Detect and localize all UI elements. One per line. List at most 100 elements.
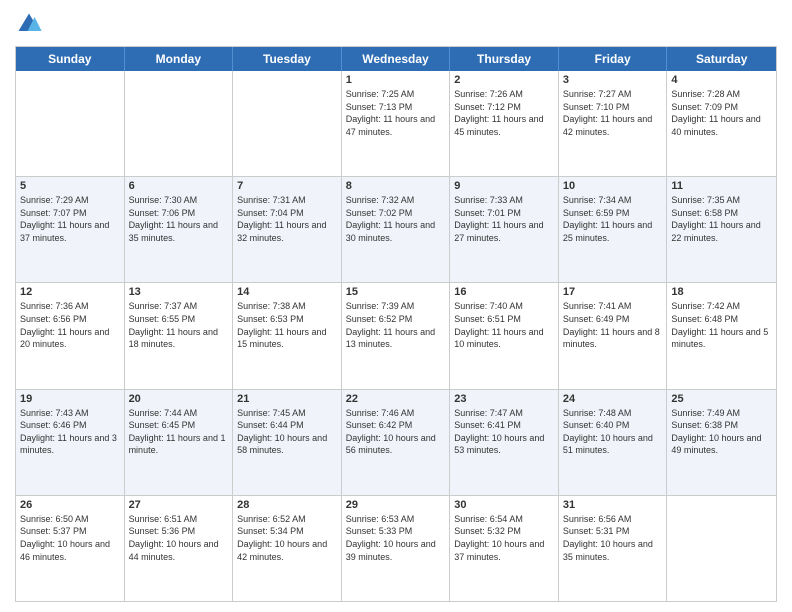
day-info-23: Sunrise: 7:47 AM Sunset: 6:41 PM Dayligh… [454, 407, 554, 457]
day-cell-3: 3 Sunrise: 7:27 AM Sunset: 7:10 PM Daylig… [559, 71, 668, 176]
day-info-10: Sunrise: 7:34 AM Sunset: 6:59 PM Dayligh… [563, 194, 663, 244]
day-info-25: Sunrise: 7:49 AM Sunset: 6:38 PM Dayligh… [671, 407, 772, 457]
calendar-row-0: 1Sunrise: 7:25 AM Sunset: 7:13 PM Daylig… [16, 71, 776, 176]
day-number-16: 16 [454, 286, 554, 298]
weekday-header-friday: Friday [559, 47, 668, 71]
weekday-header-sunday: Sunday [16, 47, 125, 71]
day-info-3: Sunrise: 7:27 AM Sunset: 7:10 PM Dayligh… [563, 88, 663, 138]
day-cell-21: 21 Sunrise: 7:45 AM Sunset: 6:44 PM Dayli… [233, 390, 342, 495]
day-number-13: 13 [129, 286, 229, 298]
day-cell-8: 8 Sunrise: 7:32 AM Sunset: 7:02 PM Daylig… [342, 177, 451, 282]
day-cell-31: 31 Sunrise: 6:56 AM Sunset: 5:31 PM Dayli… [559, 496, 668, 601]
day-number-27: 27 [129, 499, 229, 511]
day-info-22: Sunrise: 7:46 AM Sunset: 6:42 PM Dayligh… [346, 407, 446, 457]
day-cell-18: 18 Sunrise: 7:42 AM Sunset: 6:48 PM Dayli… [667, 283, 776, 388]
day-number-8: 8 [346, 180, 446, 192]
day-number-14: 14 [237, 286, 337, 298]
day-info-4: Sunrise: 7:28 AM Sunset: 7:09 PM Dayligh… [671, 88, 772, 138]
day-cell-9: 9 Sunrise: 7:33 AM Sunset: 7:01 PM Daylig… [450, 177, 559, 282]
day-cell-7: 7 Sunrise: 7:31 AM Sunset: 7:04 PM Daylig… [233, 177, 342, 282]
day-number-20: 20 [129, 393, 229, 405]
day-number-19: 19 [20, 393, 120, 405]
day-info-31: Sunrise: 6:56 AM Sunset: 5:31 PM Dayligh… [563, 513, 663, 563]
day-cell-13: 13 Sunrise: 7:37 AM Sunset: 6:55 PM Dayli… [125, 283, 234, 388]
day-info-18: Sunrise: 7:42 AM Sunset: 6:48 PM Dayligh… [671, 300, 772, 350]
day-cell-30: 30 Sunrise: 6:54 AM Sunset: 5:32 PM Dayli… [450, 496, 559, 601]
day-info-8: Sunrise: 7:32 AM Sunset: 7:02 PM Dayligh… [346, 194, 446, 244]
day-info-27: Sunrise: 6:51 AM Sunset: 5:36 PM Dayligh… [129, 513, 229, 563]
empty-cell [233, 71, 342, 176]
day-cell-5: 5Sunrise: 7:29 AM Sunset: 7:07 PM Daylig… [16, 177, 125, 282]
day-cell-2: 2 Sunrise: 7:26 AM Sunset: 7:12 PM Daylig… [450, 71, 559, 176]
day-number-29: 29 [346, 499, 446, 511]
empty-cell [667, 496, 776, 601]
day-cell-26: 26 Sunrise: 6:50 AM Sunset: 5:37 PM Dayli… [16, 496, 125, 601]
day-cell-20: 20 Sunrise: 7:44 AM Sunset: 6:45 PM Dayli… [125, 390, 234, 495]
day-info-11: Sunrise: 7:35 AM Sunset: 6:58 PM Dayligh… [671, 194, 772, 244]
weekday-header-wednesday: Wednesday [342, 47, 451, 71]
day-number-31: 31 [563, 499, 663, 511]
calendar-body: 1Sunrise: 7:25 AM Sunset: 7:13 PM Daylig… [16, 71, 776, 601]
day-info-26: Sunrise: 6:50 AM Sunset: 5:37 PM Dayligh… [20, 513, 120, 563]
day-number-21: 21 [237, 393, 337, 405]
header [15, 10, 777, 38]
day-info-14: Sunrise: 7:38 AM Sunset: 6:53 PM Dayligh… [237, 300, 337, 350]
day-info-17: Sunrise: 7:41 AM Sunset: 6:49 PM Dayligh… [563, 300, 663, 350]
day-number-23: 23 [454, 393, 554, 405]
day-info-7: Sunrise: 7:31 AM Sunset: 7:04 PM Dayligh… [237, 194, 337, 244]
day-cell-10: 10Sunrise: 7:34 AM Sunset: 6:59 PM Dayli… [559, 177, 668, 282]
day-number-3: 3 [563, 74, 663, 86]
day-info-2: Sunrise: 7:26 AM Sunset: 7:12 PM Dayligh… [454, 88, 554, 138]
weekday-header-thursday: Thursday [450, 47, 559, 71]
day-number-25: 25 [671, 393, 772, 405]
day-cell-12: 12 Sunrise: 7:36 AM Sunset: 6:56 PM Dayli… [16, 283, 125, 388]
day-number-18: 18 [671, 286, 772, 298]
day-number-6: 6 [129, 180, 229, 192]
logo [15, 10, 47, 38]
day-cell-22: 22 Sunrise: 7:46 AM Sunset: 6:42 PM Dayli… [342, 390, 451, 495]
day-info-12: Sunrise: 7:36 AM Sunset: 6:56 PM Dayligh… [20, 300, 120, 350]
day-number-4: 4 [671, 74, 772, 86]
day-number-24: 24 [563, 393, 663, 405]
calendar-header: SundayMondayTuesdayWednesdayThursdayFrid… [16, 47, 776, 71]
day-info-15: Sunrise: 7:39 AM Sunset: 6:52 PM Dayligh… [346, 300, 446, 350]
calendar-row-4: 26 Sunrise: 6:50 AM Sunset: 5:37 PM Dayli… [16, 495, 776, 601]
day-cell-16: 16 Sunrise: 7:40 AM Sunset: 6:51 PM Dayli… [450, 283, 559, 388]
day-info-30: Sunrise: 6:54 AM Sunset: 5:32 PM Dayligh… [454, 513, 554, 563]
weekday-header-monday: Monday [125, 47, 234, 71]
day-info-29: Sunrise: 6:53 AM Sunset: 5:33 PM Dayligh… [346, 513, 446, 563]
weekday-header-tuesday: Tuesday [233, 47, 342, 71]
day-cell-11: 11 Sunrise: 7:35 AM Sunset: 6:58 PM Dayli… [667, 177, 776, 282]
empty-cell [16, 71, 125, 176]
day-info-16: Sunrise: 7:40 AM Sunset: 6:51 PM Dayligh… [454, 300, 554, 350]
calendar-row-1: 5Sunrise: 7:29 AM Sunset: 7:07 PM Daylig… [16, 176, 776, 282]
day-number-15: 15 [346, 286, 446, 298]
day-info-21: Sunrise: 7:45 AM Sunset: 6:44 PM Dayligh… [237, 407, 337, 457]
day-info-24: Sunrise: 7:48 AM Sunset: 6:40 PM Dayligh… [563, 407, 663, 457]
day-info-20: Sunrise: 7:44 AM Sunset: 6:45 PM Dayligh… [129, 407, 229, 457]
day-info-13: Sunrise: 7:37 AM Sunset: 6:55 PM Dayligh… [129, 300, 229, 350]
day-cell-29: 29 Sunrise: 6:53 AM Sunset: 5:33 PM Dayli… [342, 496, 451, 601]
day-cell-25: 25 Sunrise: 7:49 AM Sunset: 6:38 PM Dayli… [667, 390, 776, 495]
calendar-row-2: 12 Sunrise: 7:36 AM Sunset: 6:56 PM Dayli… [16, 282, 776, 388]
day-cell-1: 1Sunrise: 7:25 AM Sunset: 7:13 PM Daylig… [342, 71, 451, 176]
day-info-5: Sunrise: 7:29 AM Sunset: 7:07 PM Dayligh… [20, 194, 120, 244]
day-info-1: Sunrise: 7:25 AM Sunset: 7:13 PM Dayligh… [346, 88, 446, 138]
day-number-26: 26 [20, 499, 120, 511]
day-info-9: Sunrise: 7:33 AM Sunset: 7:01 PM Dayligh… [454, 194, 554, 244]
day-number-30: 30 [454, 499, 554, 511]
day-number-11: 11 [671, 180, 772, 192]
day-number-12: 12 [20, 286, 120, 298]
day-cell-4: 4 Sunrise: 7:28 AM Sunset: 7:09 PM Daylig… [667, 71, 776, 176]
day-info-28: Sunrise: 6:52 AM Sunset: 5:34 PM Dayligh… [237, 513, 337, 563]
day-number-28: 28 [237, 499, 337, 511]
day-number-7: 7 [237, 180, 337, 192]
weekday-header-saturday: Saturday [667, 47, 776, 71]
day-cell-19: 19Sunrise: 7:43 AM Sunset: 6:46 PM Dayli… [16, 390, 125, 495]
day-number-22: 22 [346, 393, 446, 405]
day-number-9: 9 [454, 180, 554, 192]
page: SundayMondayTuesdayWednesdayThursdayFrid… [0, 0, 792, 612]
day-number-2: 2 [454, 74, 554, 86]
day-number-17: 17 [563, 286, 663, 298]
day-cell-28: 28 Sunrise: 6:52 AM Sunset: 5:34 PM Dayli… [233, 496, 342, 601]
